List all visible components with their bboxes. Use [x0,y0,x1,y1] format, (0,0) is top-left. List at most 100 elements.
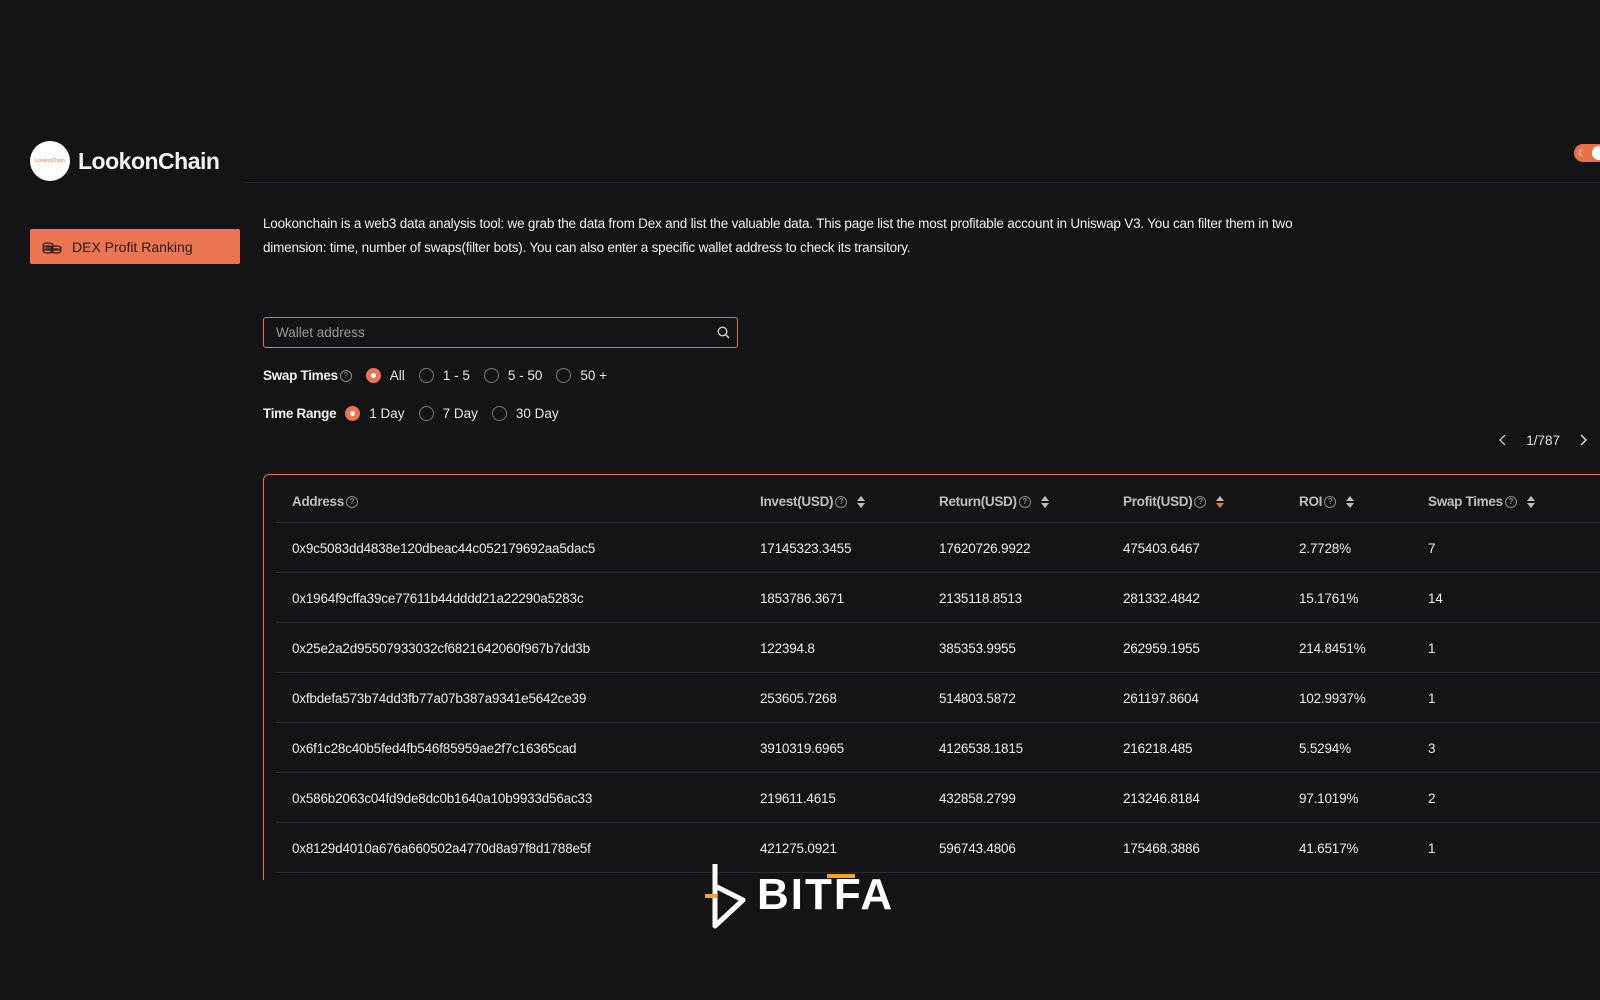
cell-swap-times: 1 [1428,691,1436,706]
cell-profit: 281332.4842 [1123,591,1200,606]
cell-return: 596743.4806 [939,841,1016,856]
column-label: ROI [1299,494,1323,509]
cell-invest: 17145323.3455 [760,541,852,556]
bitfa-watermark: BITFA [705,860,894,930]
app-logo[interactable]: LookonChain LookonChain [30,141,220,181]
column-header-profit[interactable]: Profit(USD) ? [1123,494,1225,509]
column-header-return[interactable]: Return(USD) ? [939,494,1049,509]
cell-return: 514803.5872 [939,691,1016,706]
cell-address[interactable]: 0x1964f9cffa39ce77611b44dddd21a22290a528… [292,591,584,606]
cell-profit: 213246.8184 [1123,791,1200,806]
option-label: 5 - 50 [507,368,543,383]
table-row[interactable]: 0x6f1c28c40b5fed4fb546f85959ae2f7c16365c… [276,723,1600,773]
cell-roi: 97.1019% [1299,791,1359,806]
radio-selected-icon [365,368,381,383]
table-row[interactable]: 0x9c5083dd4838e120dbeac44c052179692aa5da… [276,523,1600,573]
swap-times-label: Swap Times [263,368,338,383]
cell-roi: 15.1761% [1299,591,1359,606]
cell-swap-times: 1 [1428,641,1436,656]
cell-return: 4126538.1815 [939,741,1023,756]
cell-return: 2135118.8513 [939,591,1022,606]
sort-icon[interactable] [857,495,866,508]
cell-address[interactable]: 0x586b2063c04fd9de8dc0b1640a10b9933d56ac… [292,791,592,806]
coins-icon [42,241,62,254]
wallet-address-input[interactable] [264,318,709,347]
time-range-option-1-day[interactable]: 1 Day [345,406,405,421]
moon-icon: ☾ [1578,147,1587,158]
sort-icon[interactable] [1346,495,1355,508]
cell-address[interactable]: 0x8129d4010a676a660502a4770d8a97f8d1788e… [292,841,591,856]
sort-desc-icon[interactable] [1216,495,1225,508]
column-header-roi[interactable]: ROI ? [1299,494,1355,509]
cell-swap-times: 14 [1428,591,1443,606]
toggle-knob [1592,146,1600,160]
swap-times-option-all[interactable]: All [365,368,405,383]
help-icon[interactable]: ? [1504,495,1517,508]
cell-roi: 102.9937% [1299,691,1366,706]
cell-address[interactable]: 0xfbdefa573b74dd3fb77a07b387a9341e5642ce… [292,691,586,706]
option-label: 1 - 5 [442,368,470,383]
page-indicator: 1/787 [1526,432,1560,448]
sort-icon[interactable] [1526,495,1535,508]
time-range-option-7-day[interactable]: 7 Day [418,406,478,421]
swap-times-option-50-plus[interactable]: 50 + [556,368,607,383]
cell-profit: 216218.485 [1123,741,1193,756]
table-row[interactable]: 0x25e2a2d95507933032cf6821642060f967b7dd… [276,623,1600,673]
cell-swap-times: 3 [1428,741,1436,756]
cell-invest: 421275.0921 [760,841,837,856]
sidebar-item-label: DEX Profit Ranking [72,238,193,255]
cell-address[interactable]: 0x6f1c28c40b5fed4fb546f85959ae2f7c16365c… [292,741,577,756]
cell-roi: 214.8451% [1299,641,1366,656]
cell-roi: 41.6517% [1299,841,1359,856]
table-row[interactable]: 0xfbdefa573b74dd3fb77a07b387a9341e5642ce… [276,673,1600,723]
swap-times-option-1-5[interactable]: 1 - 5 [418,368,470,383]
radio-icon [556,368,572,383]
cell-invest: 1853786.3671 [760,591,844,606]
cell-address[interactable]: 0x25e2a2d95507933032cf6821642060f967b7dd… [292,641,590,656]
help-icon[interactable]: ? [345,495,358,508]
cell-invest: 3910319.6965 [760,741,844,756]
watermark-text: BITFA [757,870,894,920]
swap-times-option-5-50[interactable]: 5 - 50 [483,368,543,383]
cell-return: 432858.2799 [939,791,1016,806]
bitfa-logo-icon [705,864,746,929]
theme-toggle[interactable]: ☾ [1574,144,1600,162]
help-icon[interactable]: ? [835,495,848,508]
cell-roi: 5.5294% [1299,741,1351,756]
profit-ranking-table: Address ? Invest(USD) ? Return(USD) ? Pr… [263,474,1600,880]
cell-profit: 262959.1955 [1123,641,1200,656]
cell-address[interactable]: 0x9c5083dd4838e120dbeac44c052179692aa5da… [292,541,595,556]
watermark-label: BITFA [757,870,895,919]
wallet-search [263,317,738,348]
column-label: Profit(USD) [1123,494,1193,509]
cell-return: 17620726.9922 [939,541,1031,556]
option-label: 30 Day [515,406,559,421]
table-row[interactable]: 0x1964f9cffa39ce77611b44dddd21a22290a528… [276,573,1600,623]
logo-icon: LookonChain [30,141,70,181]
pagination: 1/787 [1492,430,1594,450]
option-label: 1 Day [369,406,405,421]
column-label: Return(USD) [939,494,1017,509]
help-icon[interactable]: ? [1018,495,1031,508]
column-header-invest[interactable]: Invest(USD) ? [760,494,866,509]
table-row[interactable]: 0x8129d4010a676a660502a4770d8a97f8d1788e… [276,823,1600,873]
chevron-right-icon[interactable] [1574,430,1594,450]
cell-invest: 253605.7268 [760,691,837,706]
time-range-option-30-day[interactable]: 30 Day [491,406,559,421]
help-icon[interactable]: ? [1324,495,1337,508]
help-icon[interactable]: ? [339,369,352,382]
cell-return: 385353.9955 [939,641,1016,656]
swap-times-filter: Swap Times ? All 1 - 5 5 - 50 50 + [263,368,607,383]
table-row[interactable]: 0x586b2063c04fd9de8dc0b1640a10b9933d56ac… [276,773,1600,823]
table-header: Address ? Invest(USD) ? Return(USD) ? Pr… [276,475,1600,523]
help-icon[interactable]: ? [1194,495,1207,508]
sort-icon[interactable] [1040,495,1049,508]
sidebar-item-dex-profit-ranking[interactable]: DEX Profit Ranking [30,229,240,264]
radio-selected-icon [345,406,361,421]
column-header-address: Address ? [292,494,358,509]
option-label: All [389,368,405,383]
column-label: Invest(USD) [760,494,834,509]
column-header-swap-times[interactable]: Swap Times ? [1428,494,1535,509]
chevron-left-icon[interactable] [1492,430,1512,450]
search-icon[interactable] [709,326,737,339]
